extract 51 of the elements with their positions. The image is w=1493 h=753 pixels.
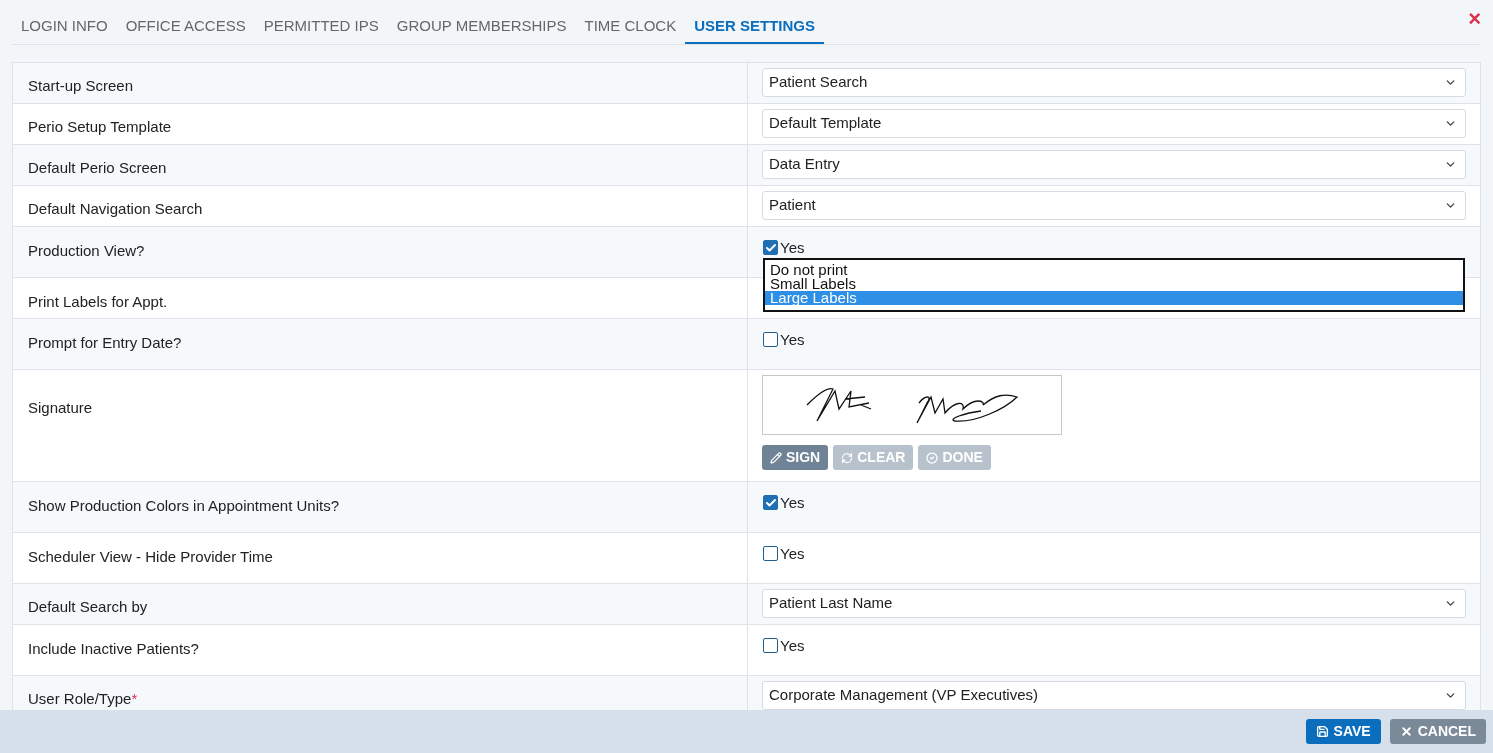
checkbox-label: Yes (780, 239, 805, 256)
select-field[interactable]: Data Entry (762, 150, 1466, 179)
checkbox[interactable] (763, 332, 778, 347)
checkbox-label: Yes (780, 637, 805, 654)
checkbox-label: Yes (780, 331, 805, 348)
checkbox[interactable] (763, 546, 778, 561)
checkbox[interactable] (763, 638, 778, 653)
select-field[interactable]: Patient (762, 191, 1466, 220)
refresh-icon (841, 451, 854, 464)
pencil-icon (770, 451, 782, 464)
select-field[interactable]: Patient Search (762, 68, 1466, 97)
required-mark: * (131, 690, 138, 707)
setting-label: Default Perio Screen (28, 159, 167, 176)
signature-pad[interactable] (762, 375, 1062, 435)
tab[interactable]: USER SETTINGS (685, 10, 825, 44)
signature-button[interactable]: SIGN (762, 445, 829, 470)
select-field[interactable]: Patient Last Name (762, 589, 1466, 618)
setting-label: Start-up Screen (28, 77, 134, 94)
tab[interactable]: LOGIN INFO (12, 10, 117, 44)
dropdown-option[interactable]: Small Labels (765, 277, 1463, 291)
setting-label: User Role/Type (28, 690, 132, 707)
tab[interactable]: PERMITTED IPS (254, 10, 388, 44)
checkbox-label: Yes (780, 494, 805, 511)
setting-label: Scheduler View - Hide Provider Time (28, 548, 273, 565)
close-icon (1399, 725, 1413, 738)
tab[interactable]: TIME CLOCK (575, 10, 686, 44)
setting-label: Prompt for Entry Date? (28, 334, 182, 351)
setting-label: Show Production Colors in Appointment Units? (28, 497, 339, 514)
tab[interactable]: GROUP MEMBERSHIPS (387, 10, 576, 44)
tab[interactable]: OFFICE ACCESS (116, 10, 255, 44)
save-icon (1315, 725, 1329, 738)
setting-label: Perio Setup Template (28, 118, 172, 135)
check-circle-icon (926, 451, 939, 464)
select-field[interactable]: Default Template (762, 109, 1466, 138)
setting-label: Print Labels for Appt. (28, 293, 168, 310)
setting-label: Production View? (28, 242, 145, 259)
save-button[interactable]: SAVE (1305, 719, 1381, 744)
setting-label: Default Search by (28, 598, 148, 615)
cancel-button[interactable]: CANCEL (1389, 719, 1486, 744)
dropdown-option[interactable]: Do not print (765, 263, 1463, 277)
checkbox-label: Yes (780, 545, 805, 562)
select-field[interactable]: Corporate Management (VP Executives) (762, 681, 1466, 710)
checkbox[interactable] (763, 495, 778, 510)
check-icon (764, 241, 777, 254)
setting-label: Default Navigation Search (28, 200, 203, 217)
setting-label: Signature (28, 399, 93, 416)
dropdown-option[interactable]: Large Labels (765, 291, 1463, 305)
setting-label: Include Inactive Patients? (28, 640, 199, 657)
checkbox[interactable] (763, 240, 778, 255)
check-icon (764, 496, 777, 509)
close-button[interactable]: × (1468, 10, 1481, 28)
